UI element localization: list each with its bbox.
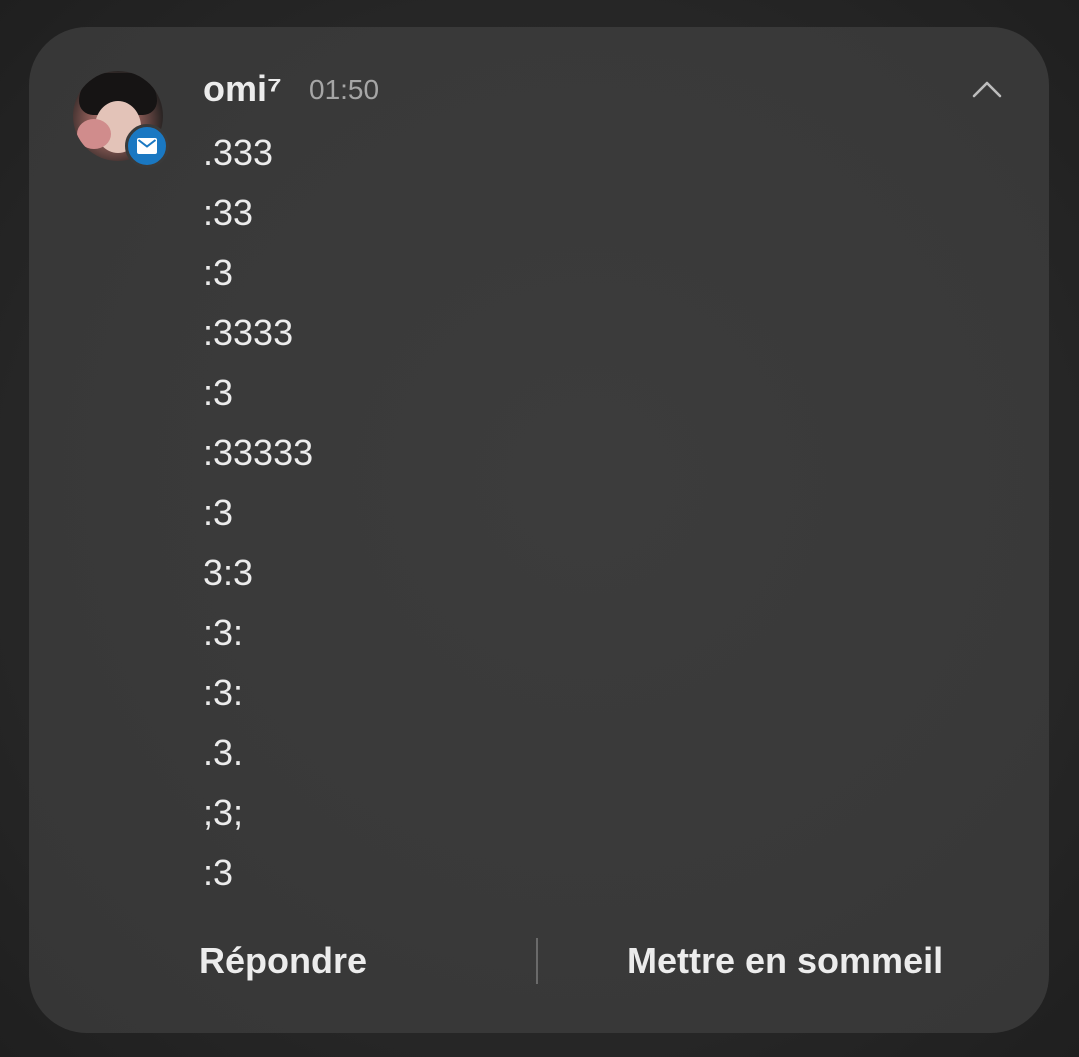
message-line: :3 [203,372,234,413]
message-line: :3: [203,672,244,713]
message-line: .3. [203,732,244,773]
notification-card[interactable]: omi⁷ 01:50 .333 :33 :3 :3333 :3 :33333 :… [29,27,1049,1033]
notification-actions: Répondre Mettre en sommeil [29,930,1049,992]
message-line: :33 [203,192,254,233]
message-line: :3 [203,252,234,293]
message-line: :3 [203,492,234,533]
message-time: 01:50 [309,74,380,105]
message-line: :3333 [203,312,294,353]
message-line: :3: [203,612,244,653]
reply-button[interactable]: Répondre [199,930,367,992]
chevron-up-icon[interactable] [967,71,1007,107]
message-line: :33333 [203,432,314,473]
message-list: .333 :33 :3 :3333 :3 :33333 :3 3:3 :3: :… [203,123,313,903]
message-line: :3 [203,852,234,893]
message-line: ;3; [203,792,244,833]
message-line: .333 [203,132,274,173]
sender-name: omi⁷ [203,68,282,109]
snooze-button[interactable]: Mettre en sommeil [627,930,943,992]
message-line: 3:3 [203,552,254,593]
action-divider [536,938,538,984]
mail-icon [125,124,169,168]
avatar-hand [77,119,111,149]
